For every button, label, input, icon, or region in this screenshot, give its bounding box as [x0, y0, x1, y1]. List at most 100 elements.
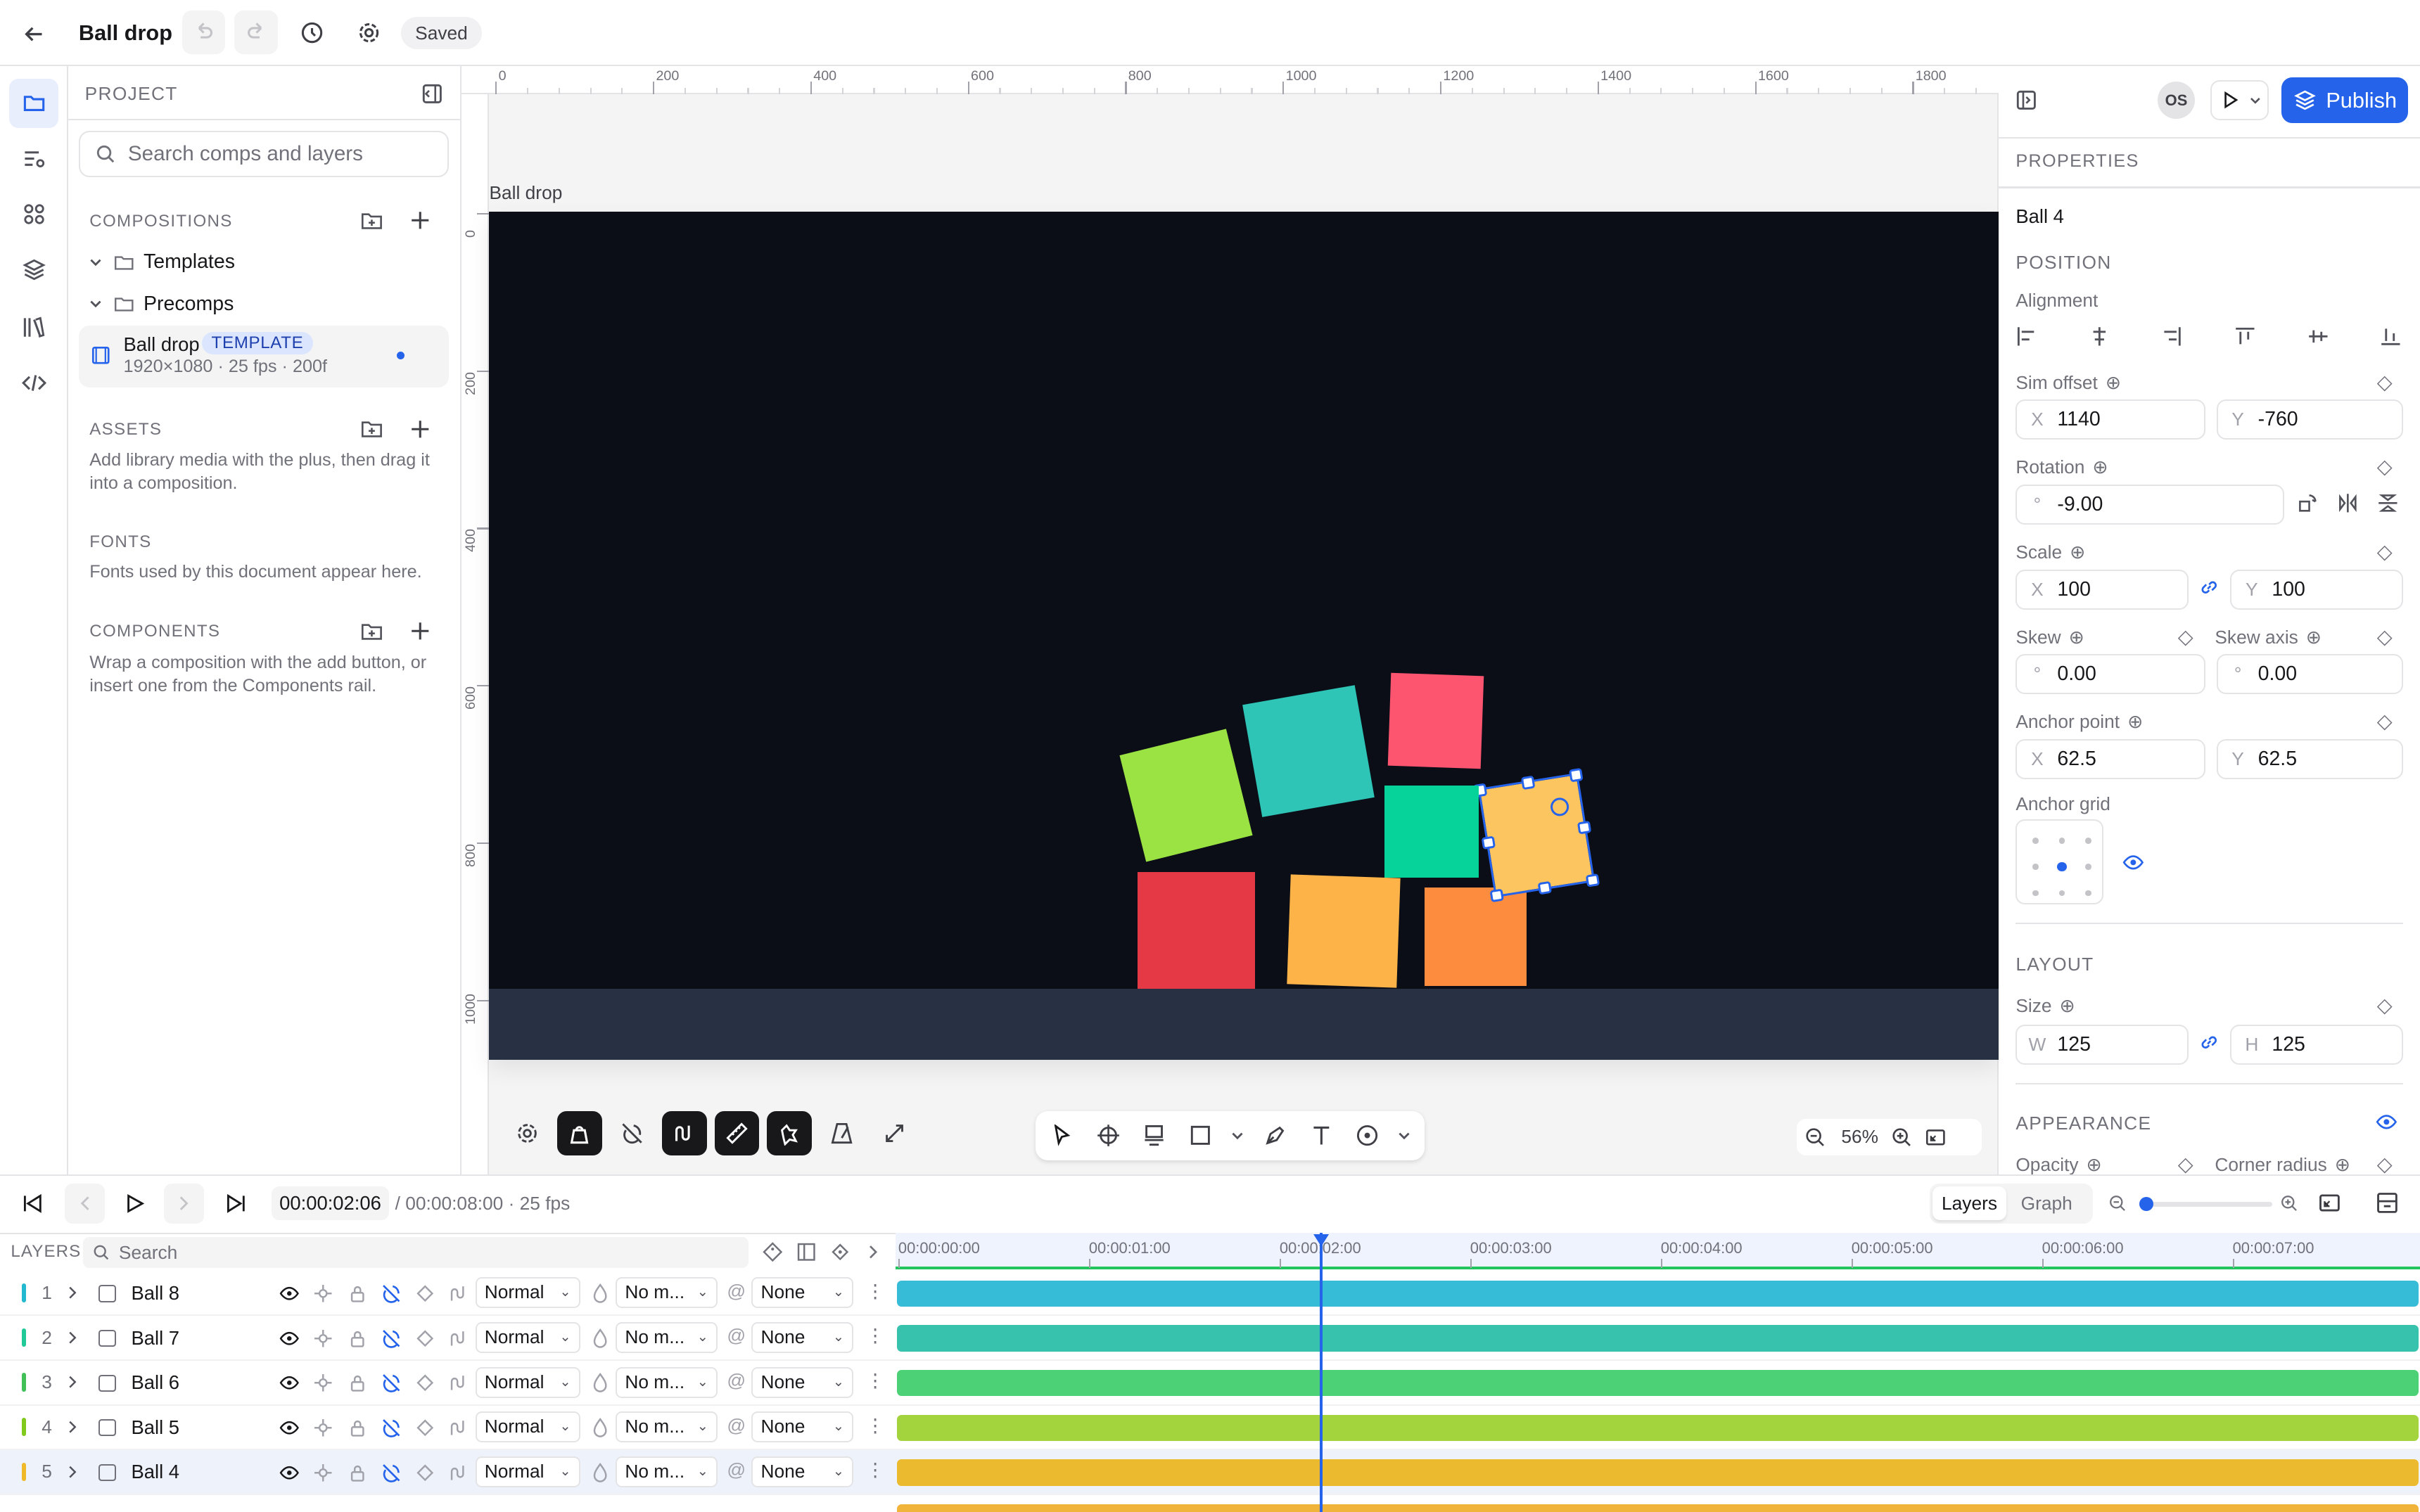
settings-gear-icon[interactable] — [353, 17, 384, 48]
scale-y-field[interactable]: Y 100 — [2230, 569, 2404, 610]
mask-select[interactable]: No m... ⌄ — [616, 1277, 718, 1309]
motion-path-icon[interactable] — [449, 1283, 469, 1304]
mask-select[interactable]: No m... ⌄ — [616, 1322, 718, 1353]
undo-icon[interactable] — [182, 11, 226, 54]
transform-handle[interactable] — [1489, 888, 1504, 903]
play-icon[interactable] — [124, 1193, 146, 1215]
solo-icon[interactable] — [313, 1373, 333, 1393]
more-options-icon[interactable]: ⋮ — [866, 1281, 884, 1302]
ruler-icon[interactable] — [714, 1110, 760, 1156]
lock-icon[interactable] — [348, 1373, 368, 1393]
anchor-grid-dot[interactable] — [2032, 890, 2039, 897]
anchor-y-field[interactable]: Y 62.5 — [2216, 738, 2404, 779]
search-comps-field[interactable]: Search comps and layers — [78, 131, 450, 178]
layer-row[interactable]: 1 Ball 8 Normal ⌄ No m... ⌄ @ None ⌄ ⋮ — [0, 1271, 2420, 1316]
align-center-h-icon[interactable] — [2089, 326, 2110, 353]
keyframe-diamond-icon[interactable]: ◇ — [2178, 625, 2193, 649]
keyframe-diamond-icon[interactable]: ◇ — [2377, 625, 2393, 649]
keyframe-diamond-icon[interactable]: ◇ — [2377, 1153, 2393, 1177]
current-time-field[interactable]: 00:00:02:06 — [272, 1186, 389, 1221]
parent-link-icon[interactable]: @ — [727, 1325, 746, 1347]
shape-ball-7[interactable] — [1242, 685, 1375, 818]
opacity-drop-icon[interactable] — [591, 1462, 609, 1483]
parent-select[interactable]: None ⌄ — [751, 1456, 854, 1487]
rail-components-icon[interactable] — [9, 190, 58, 239]
parent-link-icon[interactable]: @ — [727, 1459, 746, 1481]
opacity-drop-icon[interactable] — [591, 1418, 609, 1438]
anchor-grid-dot[interactable] — [2058, 838, 2065, 844]
chevron-right-icon[interactable] — [65, 1283, 80, 1302]
anchor-grid-dot[interactable] — [2032, 838, 2039, 844]
tab-graph[interactable]: Graph — [2006, 1186, 2087, 1220]
keyframe-diamond-icon[interactable]: ◇ — [2377, 994, 2393, 1018]
layer-duration-bar[interactable] — [896, 1370, 2419, 1397]
parent-link-icon[interactable]: @ — [727, 1281, 746, 1302]
add-composition-icon[interactable] — [406, 207, 433, 234]
new-folder-icon[interactable] — [358, 207, 386, 234]
align-right-icon[interactable] — [2161, 326, 2183, 353]
keyframe-diamond-icon[interactable]: ◇ — [2178, 1153, 2193, 1177]
layer-row[interactable]: 4 Ball 5 Normal ⌄ No m... ⌄ @ None ⌄ ⋮ — [0, 1406, 2420, 1451]
zoom-out-icon[interactable] — [2108, 1194, 2127, 1212]
zoom-level[interactable]: 56% — [1841, 1126, 1878, 1148]
eye-icon[interactable] — [279, 1418, 300, 1438]
transform-handle[interactable] — [1481, 835, 1496, 850]
canvas-settings-icon[interactable] — [504, 1111, 549, 1156]
stamp-icon[interactable] — [1135, 1115, 1175, 1155]
link-icon[interactable] — [2199, 1032, 2220, 1053]
canvas-area[interactable]: 0 200 400 600 800 1000 1200 1400 1600 1800 0 200 40… — [461, 66, 2040, 1174]
opacity-drop-icon[interactable] — [591, 1283, 609, 1304]
motion-path-icon[interactable] — [449, 1328, 469, 1349]
flip-vertical-icon[interactable] — [2377, 492, 2399, 514]
transform-handle[interactable] — [1577, 821, 1592, 835]
motion-path-icon[interactable] — [449, 1373, 469, 1393]
align-middle-v-icon[interactable] — [2307, 326, 2329, 353]
rail-properties-icon[interactable] — [9, 134, 58, 184]
collapse-panel-icon[interactable] — [419, 80, 446, 108]
parent-link-icon[interactable]: @ — [727, 1370, 746, 1392]
parent-select[interactable]: None ⌄ — [751, 1366, 854, 1398]
eye-icon[interactable] — [2122, 852, 2144, 873]
solo-icon[interactable] — [313, 1463, 333, 1483]
physics-off-icon[interactable] — [381, 1463, 402, 1483]
flip-horizontal-icon[interactable] — [2337, 492, 2359, 514]
shape-ball-3[interactable] — [1425, 887, 1527, 986]
keyframe-icon[interactable] — [415, 1463, 435, 1483]
physics-off-icon[interactable] — [610, 1111, 655, 1156]
anchor-grid-dot[interactable] — [2057, 862, 2067, 872]
keyframe-nav-icon[interactable] — [830, 1242, 851, 1262]
add-asset-icon[interactable] — [406, 415, 433, 442]
parent-select[interactable]: None ⌄ — [751, 1322, 854, 1353]
height-field[interactable]: H 125 — [2230, 1024, 2404, 1065]
back-arrow-icon[interactable] — [18, 18, 49, 49]
composition-stage[interactable] — [489, 211, 1999, 1061]
layer-row[interactable]: 5 Ball 4 Normal ⌄ No m... ⌄ @ None ⌄ ⋮ — [0, 1450, 2420, 1495]
visibility-eye-icon[interactable] — [2376, 1111, 2397, 1133]
lock-icon[interactable] — [348, 1463, 368, 1483]
keyframe-diamond-icon[interactable]: ◇ — [2377, 540, 2393, 564]
path-icon[interactable] — [662, 1110, 707, 1156]
chevron-right-icon[interactable] — [65, 1463, 80, 1481]
keyframe-diamond-icon[interactable]: ◇ — [2377, 710, 2393, 733]
transform-handle[interactable] — [1521, 776, 1536, 790]
parent-link-icon[interactable]: @ — [727, 1415, 746, 1437]
timeline-zoom-handle[interactable] — [2139, 1197, 2153, 1212]
eye-icon[interactable] — [279, 1463, 300, 1483]
transform-handle[interactable] — [1586, 873, 1600, 888]
shape-ball-6[interactable] — [1384, 785, 1479, 878]
layer-row[interactable]: 3 Ball 6 Normal ⌄ No m... ⌄ @ None ⌄ ⋮ — [0, 1361, 2420, 1406]
more-options-icon[interactable]: ⋮ — [866, 1415, 884, 1437]
fit-screen-icon[interactable] — [1925, 1127, 1947, 1148]
rail-code-icon[interactable] — [9, 358, 58, 407]
physics-off-icon[interactable] — [381, 1328, 402, 1349]
anchor-tool-icon[interactable] — [1088, 1115, 1128, 1155]
user-avatar[interactable]: OS — [2158, 82, 2195, 119]
blend-mode-select[interactable]: Normal ⌄ — [475, 1322, 580, 1353]
mask-select[interactable]: No m... ⌄ — [616, 1411, 718, 1443]
motion-path-icon[interactable] — [449, 1463, 469, 1483]
physics-off-icon[interactable] — [381, 1373, 402, 1393]
keyframe-icon[interactable] — [415, 1283, 435, 1304]
keyframe-diamond-icon[interactable]: ◇ — [2377, 371, 2393, 395]
layer-duration-bar[interactable] — [896, 1325, 2419, 1352]
anchor-grid-dot[interactable] — [2032, 864, 2039, 871]
